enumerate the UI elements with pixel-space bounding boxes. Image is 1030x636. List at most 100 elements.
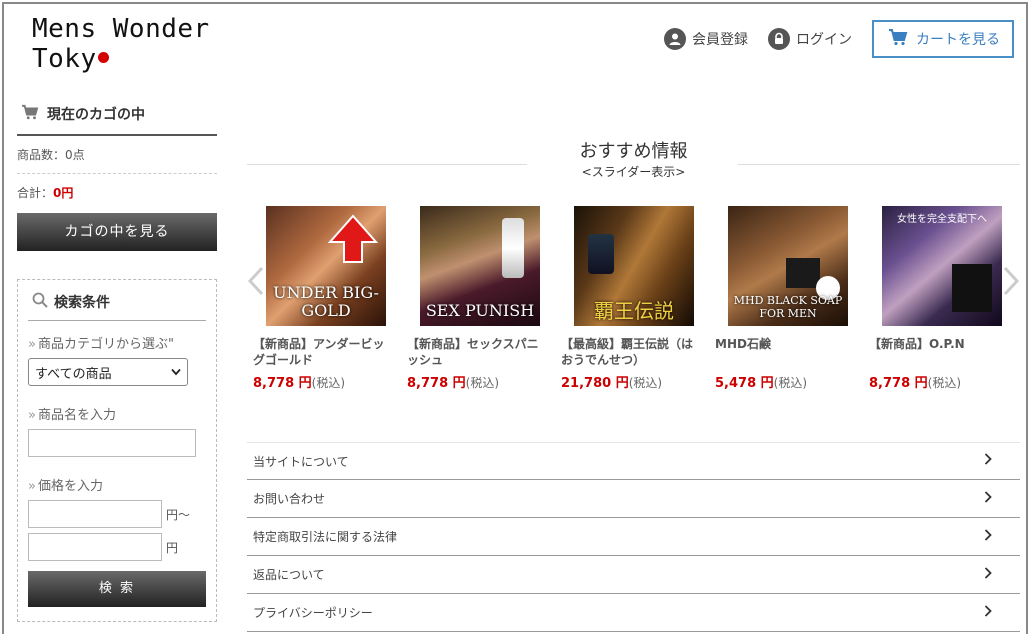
logo-line-2: Toky: [32, 44, 97, 74]
link-privacy[interactable]: プライバシーポリシー: [247, 594, 1020, 632]
soap-box-graphic: [786, 258, 820, 288]
product-price: 8,778 円(税込): [407, 372, 541, 391]
link-about[interactable]: 当サイトについて: [247, 442, 1020, 480]
chevron-right-icon: [984, 604, 992, 621]
recommend-header: おすすめ情報 <スライダー表示>: [247, 134, 1020, 182]
chevron-right-icon: [984, 490, 992, 507]
bottle-graphic: [588, 234, 614, 274]
price-from-row: 円～: [28, 500, 206, 528]
search-icon: [32, 292, 48, 312]
product-image[interactable]: SEX PUNISH: [420, 206, 540, 326]
slider-prev-arrow[interactable]: [247, 266, 265, 302]
member-register-link[interactable]: 会員登録: [664, 28, 748, 50]
basket-title: 現在のカゴの中: [47, 107, 145, 123]
link-tokushoho-label: 特定商取引法に関する法律: [253, 530, 398, 544]
chevron-right-icon: [1003, 266, 1020, 296]
package-graphic: [952, 264, 992, 312]
product-card[interactable]: UNDER BIG-GOLD 【新商品】アンダービッグゴールド 8,778 円(…: [253, 206, 387, 391]
login-label: ログイン: [796, 32, 852, 48]
product-name-input[interactable]: [28, 429, 196, 457]
sidebar: 現在のカゴの中 商品数：0点 合計：0円 カゴの中を見る 検索条件 » 商品カテゴ…: [17, 100, 217, 622]
tax-label: (税込): [773, 376, 808, 390]
product-image[interactable]: 覇王伝説: [574, 206, 694, 326]
category-selected-value: すべての商品: [35, 366, 112, 382]
category-label-text: 商品カテゴリから選ぶ": [37, 337, 174, 352]
product-name[interactable]: 【新商品】O.P.N: [869, 336, 1003, 368]
price-to-suffix: 円: [166, 540, 179, 555]
member-register-label: 会員登録: [692, 32, 748, 48]
product-image[interactable]: MHD BLACK SOAP FOR MEN: [728, 206, 848, 326]
price-label-text: 価格を入力: [37, 479, 103, 494]
category-label: » 商品カテゴリから選ぶ": [28, 333, 206, 352]
product-name[interactable]: 【新商品】セックスパニッシュ: [407, 336, 541, 368]
product-image[interactable]: UNDER BIG-GOLD: [266, 206, 386, 326]
view-basket-button[interactable]: カゴの中を見る: [17, 213, 217, 251]
link-returns[interactable]: 返品について: [247, 556, 1020, 594]
product-card[interactable]: MHD BLACK SOAP FOR MEN MHD石鹸 5,478 円(税込): [715, 206, 849, 391]
chevron-right-icon: »: [28, 408, 36, 423]
price-value: 21,780 円: [561, 376, 629, 391]
tax-label: (税込): [465, 376, 500, 390]
basket-total-label: 合計：: [17, 186, 54, 200]
chevron-right-icon: [984, 566, 992, 583]
arrow-up-graphic: [328, 214, 378, 263]
link-about-label: 当サイトについて: [253, 454, 349, 469]
link-contact-label: お問い合わせ: [253, 492, 326, 506]
price-to-input[interactable]: [28, 533, 162, 561]
divider-right: [738, 164, 1020, 165]
product-price: 8,778 円(税込): [253, 372, 387, 391]
header-nav: 会員登録 ログイン カートを見る: [664, 20, 1014, 58]
link-tokushoho[interactable]: 特定商取引法に関する法律: [247, 518, 1020, 556]
name-label-text: 商品名を入力: [37, 408, 116, 423]
product-card[interactable]: 女性を完全支配下へ 【新商品】O.P.N 8,778 円(税込): [869, 206, 1003, 391]
product-price: 21,780 円(税込): [561, 372, 695, 391]
chevron-right-icon: »: [28, 479, 36, 494]
tax-label: (税込): [311, 376, 346, 390]
product-image-caption: SEX PUNISH: [425, 301, 535, 320]
name-label: » 商品名を入力: [28, 404, 206, 423]
price-value: 8,778 円: [869, 376, 928, 391]
product-image-caption: UNDER BIG-GOLD: [273, 283, 379, 320]
search-button[interactable]: 検 索: [28, 571, 206, 607]
link-contact[interactable]: お問い合わせ: [247, 480, 1020, 518]
link-privacy-label: プライバシーポリシー: [253, 606, 373, 620]
price-to-row: 円: [28, 533, 206, 561]
site-logo[interactable]: Mens Wonder Toky: [32, 14, 210, 74]
product-image-caption: MHD BLACK SOAP FOR MEN: [733, 294, 843, 320]
search-panel-title: 検索条件: [28, 292, 206, 321]
view-cart-button[interactable]: カートを見る: [872, 20, 1014, 58]
price-value: 8,778 円: [407, 376, 466, 391]
price-from-input[interactable]: [28, 500, 162, 528]
tax-label: (税込): [927, 376, 962, 390]
recommend-subtitle: <スライダー表示>: [581, 165, 686, 179]
product-price: 8,778 円(税込): [869, 372, 1003, 391]
product-card[interactable]: SEX PUNISH 【新商品】セックスパニッシュ 8,778 円(税込): [407, 206, 541, 391]
cart-icon: [888, 28, 908, 50]
login-link[interactable]: ログイン: [768, 28, 852, 50]
basket-total-value: 0円: [53, 186, 74, 200]
chevron-down-icon: [171, 365, 181, 380]
price-label: » 価格を入力: [28, 475, 206, 494]
logo-dot: [97, 52, 109, 63]
logo-line-1: Mens Wonder: [32, 14, 210, 44]
product-card[interactable]: 覇王伝説 【最高級】覇王伝説（はおうでんせつ） 21,780 円(税込): [561, 206, 695, 391]
product-image[interactable]: 女性を完全支配下へ: [882, 206, 1002, 326]
product-name[interactable]: MHD石鹸: [715, 336, 849, 368]
basket-total: 合計：0円: [17, 174, 217, 213]
price-value: 8,778 円: [253, 376, 312, 391]
divider-left: [247, 164, 527, 165]
product-name[interactable]: 【新商品】アンダービッグゴールド: [253, 336, 387, 368]
category-select[interactable]: すべての商品: [28, 358, 188, 386]
bottle-graphic: [502, 218, 524, 278]
basket-header: 現在のカゴの中: [17, 100, 217, 136]
view-cart-label: カートを見る: [916, 32, 1000, 48]
slider-items: UNDER BIG-GOLD 【新商品】アンダービッグゴールド 8,778 円(…: [253, 206, 1003, 391]
price-from-suffix: 円～: [166, 507, 191, 522]
product-name[interactable]: 【最高級】覇王伝説（はおうでんせつ）: [561, 336, 695, 368]
slider-next-arrow[interactable]: [1002, 266, 1020, 302]
main-content: おすすめ情報 <スライダー表示> UNDER BIG-GOLD 【新商品】アンダ…: [247, 134, 1020, 632]
chevron-right-icon: »: [28, 337, 36, 352]
page-frame: Mens Wonder Toky 会員登録 ログイン カートを見る 現在のカゴの…: [2, 2, 1028, 634]
search-title-label: 検索条件: [54, 295, 110, 311]
chevron-left-icon: [247, 266, 264, 296]
